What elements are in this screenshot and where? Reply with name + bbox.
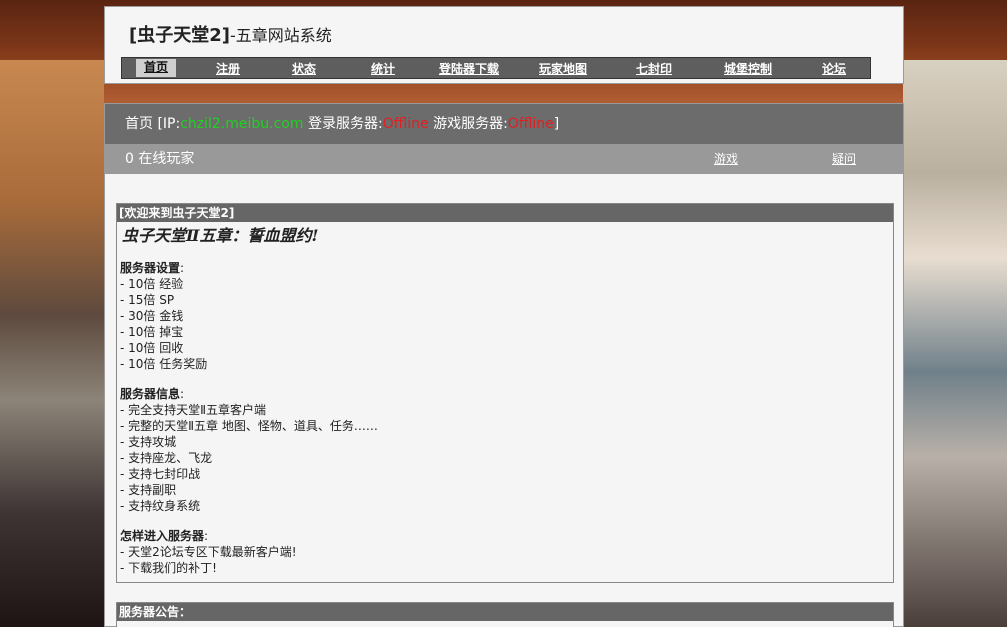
welcome-panel-header: [欢迎来到虫子天堂2] xyxy=(117,204,893,222)
setting-item: - 10倍 任务奖励 xyxy=(120,357,208,371)
info-item: - 支持座龙、飞龙 xyxy=(120,451,213,465)
server-slogan: 虫子天堂Ⅱ五章：誓血盟约! xyxy=(122,226,319,245)
nav-launcher-download[interactable]: 登陆器下载 xyxy=(439,60,499,77)
setting-item: - 15倍 SP xyxy=(120,293,175,307)
setting-item: - 10倍 掉宝 xyxy=(120,325,184,339)
game-link[interactable]: 游戏 xyxy=(714,144,738,174)
login-server-status: Offline xyxy=(382,116,429,132)
nav-home[interactable]: 首页 xyxy=(136,59,177,77)
site-title: [虫子天堂2]-五章网站系统 xyxy=(129,21,332,47)
notice-panel: 服务器公告： xyxy=(116,602,894,627)
info-item: - 支持七封印战 xyxy=(120,467,201,481)
game-server-label: 游戏服务器: xyxy=(433,116,508,132)
site-header: [虫子天堂2]-五章网站系统 首页 注册 状态 统计 登陆器下载 玩家地图 七封… xyxy=(104,6,904,84)
server-status-bar: 首页 [IP:chzil2.meibu.com 登录服务器:Offline 游戏… xyxy=(105,104,903,144)
status-close-bracket: ] xyxy=(553,116,560,132)
game-server-status: Offline xyxy=(507,116,554,132)
howto-title: 怎样进入服务器 xyxy=(120,529,205,543)
howto-section: 怎样进入服务器: - 天堂2论坛专区下载最新客户端! - 下载我们的补丁! xyxy=(120,528,890,576)
nav-register[interactable]: 注册 xyxy=(216,60,240,77)
howto-item: - 下载我们的补丁! xyxy=(120,561,217,575)
site-title-bold: [虫子天堂2] xyxy=(129,25,230,46)
server-info-title: 服务器信息 xyxy=(120,387,181,401)
online-players-bar: 0 在线玩家 游戏 疑问 xyxy=(105,144,903,174)
status-ip-prefix: [IP: xyxy=(157,116,181,132)
notice-panel-header: 服务器公告： xyxy=(117,603,893,621)
nav-forum[interactable]: 论坛 xyxy=(822,60,846,77)
welcome-panel-body: 虫子天堂Ⅱ五章：誓血盟约! 服务器设置: - 10倍 经验 - 15倍 SP -… xyxy=(117,222,893,582)
right-character-art xyxy=(903,60,1007,627)
nav-status[interactable]: 状态 xyxy=(292,60,316,77)
main-content: 首页 [IP:chzil2.meibu.com 登录服务器:Offline 游戏… xyxy=(104,103,904,627)
login-server-label: 登录服务器: xyxy=(307,116,383,132)
nav-stats[interactable]: 统计 xyxy=(371,60,395,77)
server-ip: chzil2.meibu.com xyxy=(180,116,304,132)
nav-seven-signs[interactable]: 七封印 xyxy=(636,60,672,77)
setting-item: - 10倍 经验 xyxy=(120,277,184,291)
nav-castle-control[interactable]: 城堡控制 xyxy=(724,60,772,77)
site-title-rest: -五章网站系统 xyxy=(229,26,332,45)
server-info-section: 服务器信息: - 完全支持天堂Ⅱ五章客户端 - 完整的天堂Ⅱ五章 地图、怪物、道… xyxy=(120,386,890,514)
info-item: - 支持纹身系统 xyxy=(120,499,201,513)
status-home-label: 首页 xyxy=(125,116,153,132)
faq-link[interactable]: 疑问 xyxy=(832,144,856,174)
left-character-art xyxy=(0,60,104,627)
server-settings-section: 服务器设置: - 10倍 经验 - 15倍 SP - 30倍 金钱 - 10倍 … xyxy=(120,260,890,372)
setting-item: - 10倍 回收 xyxy=(120,341,184,355)
info-item: - 支持攻城 xyxy=(120,435,177,449)
howto-item: - 天堂2论坛专区下载最新客户端! xyxy=(120,545,297,559)
setting-item: - 30倍 金钱 xyxy=(120,309,184,323)
online-players-count: 0 在线玩家 xyxy=(125,151,195,167)
main-nav: 首页 注册 状态 统计 登陆器下载 玩家地图 七封印 城堡控制 论坛 xyxy=(121,57,871,79)
server-settings-title: 服务器设置 xyxy=(120,261,181,275)
welcome-panel: [欢迎来到虫子天堂2] 虫子天堂Ⅱ五章：誓血盟约! 服务器设置: - 10倍 经… xyxy=(116,203,894,583)
info-item: - 支持副职 xyxy=(120,483,177,497)
nav-player-map[interactable]: 玩家地图 xyxy=(539,60,587,77)
info-item: - 完全支持天堂Ⅱ五章客户端 xyxy=(120,403,267,417)
info-item: - 完整的天堂Ⅱ五章 地图、怪物、道具、任务…… xyxy=(120,419,378,433)
